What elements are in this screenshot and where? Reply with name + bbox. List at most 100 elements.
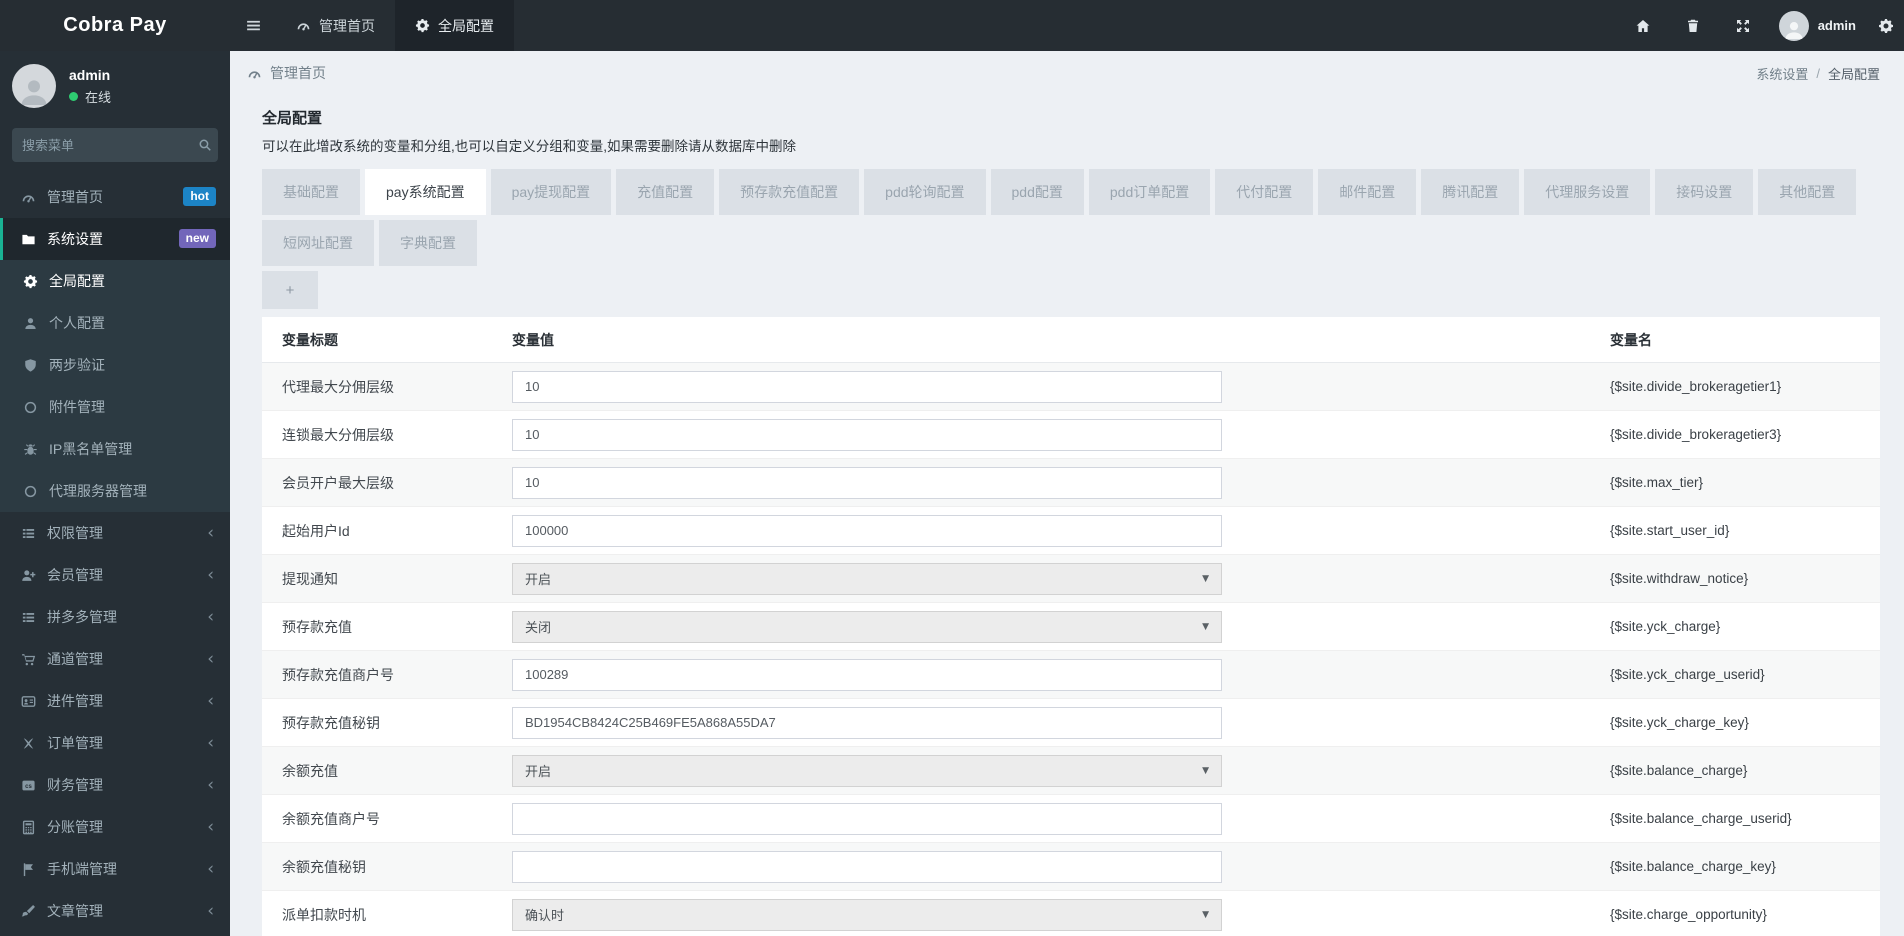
sidebar-item-权限管理[interactable]: 权限管理 ‹ [0, 512, 230, 554]
menu-search [12, 128, 218, 162]
config-tab-其他配置[interactable]: 其他配置 [1758, 169, 1857, 215]
column-header-value: 变量值 [512, 331, 554, 348]
row-varname: {$site.withdraw_notice} [1610, 571, 1749, 586]
sidebar-item-手机端管理[interactable]: 手机端管理 ‹ [0, 848, 230, 890]
sidebar-item-分账管理[interactable]: 分账管理 ‹ [0, 806, 230, 848]
row-input-field[interactable] [512, 802, 1222, 835]
settings-button[interactable] [1872, 0, 1900, 51]
row-label: 派单扣款时机 [282, 906, 366, 923]
expand-button[interactable] [1723, 0, 1763, 51]
config-tab-pdd配置[interactable]: pdd配置 [990, 169, 1084, 215]
config-tab-短网址配置[interactable]: 短网址配置 [262, 220, 374, 266]
row-label: 余额充值商户号 [282, 810, 380, 827]
row-select-field[interactable]: 关闭 ▼ [512, 610, 1222, 643]
sidebar-item-系统设置[interactable]: 系统设置 new [0, 218, 230, 260]
config-tab-pdd轮询配置[interactable]: pdd轮询配置 [864, 169, 986, 215]
breadcrumb-left[interactable]: 管理首页 [247, 63, 326, 83]
topnav-tab-全局配置[interactable]: 全局配置 [395, 0, 514, 51]
row-input-field[interactable] [512, 658, 1222, 691]
svg-text:cs: cs [25, 783, 32, 789]
topnav-tab-管理首页[interactable]: 管理首页 [276, 0, 395, 51]
sidebar-item-通道管理[interactable]: 通道管理 ‹ [0, 638, 230, 680]
row-varname: {$site.charge_opportunity} [1610, 907, 1767, 922]
table-row: 代理最大分佣层级 {$site.divide_brokeragetier1} [262, 363, 1880, 411]
sidebar-item-管理首页[interactable]: 管理首页 hot [0, 176, 230, 218]
row-select-field[interactable]: 确认时 ▼ [512, 898, 1222, 931]
search-icon[interactable] [198, 138, 212, 152]
sidebar-item-订单管理[interactable]: 订单管理 ‹ [0, 722, 230, 764]
folder-icon [22, 234, 35, 244]
user-icon [25, 317, 36, 329]
sidebar-subitem-IP黑名单管理[interactable]: IP黑名单管理 [0, 428, 230, 470]
sidebar-item-财务管理[interactable]: cs 财务管理 ‹ [0, 764, 230, 806]
sidebar-item-拼多多管理[interactable]: 拼多多管理 ‹ [0, 596, 230, 638]
avatar [12, 64, 56, 108]
sidebar-subitem-附件管理[interactable]: 附件管理 [0, 386, 230, 428]
config-tab-pay系统配置[interactable]: pay系统配置 [365, 169, 486, 215]
sidebar-item-进件管理[interactable]: 进件管理 ‹ [0, 680, 230, 722]
sidebar-item-label: 手机端管理 [47, 861, 117, 877]
gears-icon [23, 274, 38, 288]
circle-icon [24, 485, 37, 497]
row-select-field[interactable]: 开启 ▼ [512, 754, 1222, 787]
row-label: 代理最大分佣层级 [282, 378, 394, 395]
sidebar-subitem-代理服务器管理[interactable]: 代理服务器管理 [0, 470, 230, 512]
sidebar-subitem-两步验证[interactable]: 两步验证 [0, 344, 230, 386]
row-label: 会员开户最大层级 [282, 474, 394, 491]
gears-icon [1878, 18, 1894, 34]
menu-search-input[interactable] [22, 137, 198, 153]
breadcrumb-separator: / [1816, 65, 1820, 81]
row-value-cell [512, 370, 1610, 403]
row-select-field[interactable]: 开启 ▼ [512, 562, 1222, 595]
chevron-left-icon: ‹ [207, 774, 214, 795]
add-group-tab-button[interactable]: + [262, 271, 318, 309]
row-input-field[interactable] [512, 514, 1222, 547]
row-input-field[interactable] [512, 706, 1222, 739]
sidebar-subitem-全局配置[interactable]: 全局配置 [0, 260, 230, 302]
config-tab-pdd订单配置[interactable]: pdd订单配置 [1088, 169, 1211, 215]
config-tab-预存款充值配置[interactable]: 预存款充值配置 [719, 169, 860, 215]
chevron-left-icon: ‹ [207, 732, 214, 753]
topnav-tabs: 管理首页 全局配置 [276, 0, 514, 51]
row-input-field[interactable] [512, 466, 1222, 499]
sidebar-toggle-button[interactable] [230, 0, 276, 51]
row-input-field[interactable] [512, 850, 1222, 883]
breadcrumb-link-system-settings[interactable]: 系统设置 [1756, 64, 1808, 83]
config-tab-接码设置[interactable]: 接码设置 [1655, 169, 1754, 215]
config-tab-代付配置[interactable]: 代付配置 [1215, 169, 1314, 215]
row-label: 提现通知 [282, 570, 338, 587]
config-tab-基础配置[interactable]: 基础配置 [262, 169, 360, 215]
row-label: 预存款充值秘钥 [282, 714, 380, 731]
config-tab-pay提现配置[interactable]: pay提现配置 [490, 169, 612, 215]
config-tab-腾讯配置[interactable]: 腾讯配置 [1421, 169, 1520, 215]
sidebar-submenu: 全局配置 个人配置两步验证附件管理 IP黑名单管理 代理服务器管理 [0, 260, 230, 512]
config-tab-充值配置[interactable]: 充值配置 [616, 169, 715, 215]
table-row: 预存款充值商户号 {$site.yck_charge_userid} [262, 651, 1880, 699]
row-varname: {$site.balance_charge} [1610, 763, 1748, 778]
sidebar-item-label: 订单管理 [47, 735, 103, 751]
sidebar-item-label: 进件管理 [47, 693, 103, 709]
row-value-cell [512, 514, 1610, 547]
row-input-field[interactable] [512, 370, 1222, 403]
table-row: 余额充值秘钥 {$site.balance_charge_key} [262, 843, 1880, 891]
home-button[interactable] [1623, 0, 1663, 51]
caret-down-icon: ▼ [1202, 621, 1209, 632]
trash-button[interactable] [1673, 0, 1713, 51]
id-card-icon [21, 695, 36, 707]
config-tab-字典配置[interactable]: 字典配置 [379, 220, 477, 266]
row-varname: {$site.yck_charge_userid} [1610, 667, 1765, 682]
dashboard-icon [22, 194, 35, 202]
sidebar-subitem-个人配置[interactable]: 个人配置 [0, 302, 230, 344]
sidebar-item-label: 两步验证 [49, 357, 105, 373]
caret-down-icon: ▼ [1202, 573, 1209, 584]
sidebar-item-会员管理[interactable]: 会员管理 ‹ [0, 554, 230, 596]
config-tab-邮件配置[interactable]: 邮件配置 [1318, 169, 1417, 215]
table-row: 派单扣款时机 确认时 ▼ {$site.charge_opportunity} [262, 891, 1880, 936]
topbar-user-menu[interactable]: admin [1773, 10, 1862, 41]
app-logo[interactable]: Cobra Pay [0, 0, 230, 51]
breadcrumb-left-label: 管理首页 [270, 65, 326, 81]
sidebar-item-文章管理[interactable]: 文章管理 ‹ [0, 890, 230, 932]
sidebar-item-label: 会员管理 [47, 567, 103, 583]
config-tab-代理服务设置[interactable]: 代理服务设置 [1524, 169, 1651, 215]
row-input-field[interactable] [512, 418, 1222, 451]
